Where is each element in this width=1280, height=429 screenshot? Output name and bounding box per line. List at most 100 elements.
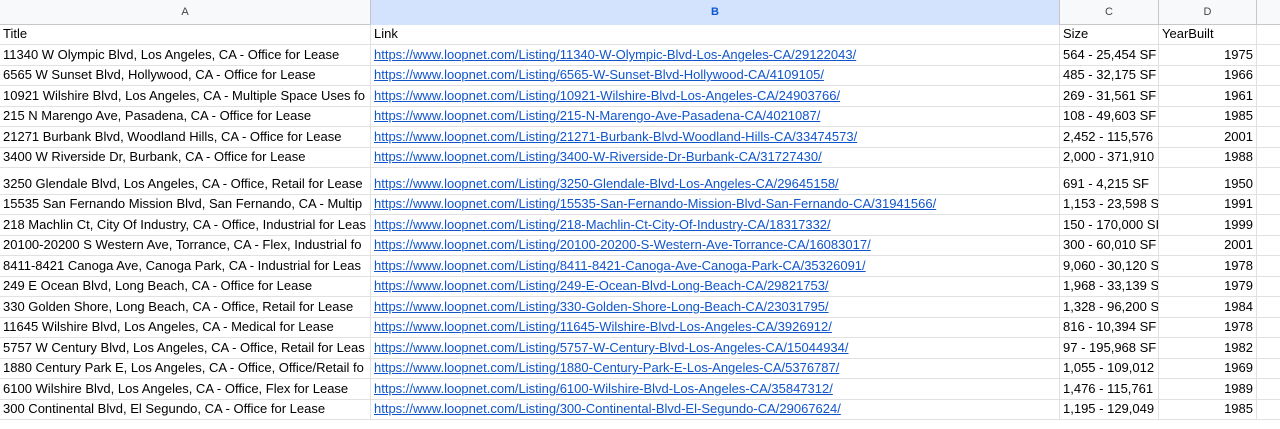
title-cell[interactable]: 218 Machlin Ct, City Of Industry, CA - O…: [0, 215, 371, 235]
yearbuilt-cell[interactable]: 1989: [1159, 379, 1257, 399]
size-cell[interactable]: 1,328 - 96,200 S: [1060, 297, 1159, 317]
link-cell[interactable]: https://www.loopnet.com/Listing/10921-Wi…: [371, 86, 1060, 106]
size-cell[interactable]: 269 - 31,561 SF: [1060, 86, 1159, 106]
link-cell[interactable]: https://www.loopnet.com/Listing/6565-W-S…: [371, 66, 1060, 85]
yearbuilt-cell[interactable]: 2001: [1159, 127, 1257, 147]
link-cell[interactable]: https://www.loopnet.com/Listing/20100-20…: [371, 236, 1060, 255]
empty-cell[interactable]: [1257, 338, 1280, 358]
link-cell[interactable]: https://www.loopnet.com/Listing/11340-W-…: [371, 45, 1060, 65]
listing-link[interactable]: https://www.loopnet.com/Listing/218-Mach…: [374, 217, 831, 232]
empty-cell[interactable]: [1257, 215, 1280, 235]
column-header-e[interactable]: [1257, 0, 1280, 25]
size-cell[interactable]: 108 - 49,603 SF: [1060, 107, 1159, 126]
link-cell[interactable]: https://www.loopnet.com/Listing/11645-Wi…: [371, 318, 1060, 337]
size-cell[interactable]: 691 - 4,215 SF: [1060, 168, 1159, 194]
title-cell[interactable]: 15535 San Fernando Mission Blvd, San Fer…: [0, 195, 371, 214]
empty-cell[interactable]: [1257, 400, 1280, 419]
size-cell[interactable]: 564 - 25,454 SF: [1060, 45, 1159, 65]
empty-cell[interactable]: [1257, 236, 1280, 255]
title-cell[interactable]: 11645 Wilshire Blvd, Los Angeles, CA - M…: [0, 318, 371, 337]
link-cell[interactable]: https://www.loopnet.com/Listing/249-E-Oc…: [371, 277, 1060, 296]
title-cell[interactable]: 249 E Ocean Blvd, Long Beach, CA - Offic…: [0, 277, 371, 296]
listing-link[interactable]: https://www.loopnet.com/Listing/10921-Wi…: [374, 88, 840, 103]
header-cell-title[interactable]: Title: [0, 25, 371, 44]
yearbuilt-cell[interactable]: 1975: [1159, 45, 1257, 65]
listing-link[interactable]: https://www.loopnet.com/Listing/5757-W-C…: [374, 340, 849, 355]
link-cell[interactable]: https://www.loopnet.com/Listing/6100-Wil…: [371, 379, 1060, 399]
yearbuilt-cell[interactable]: 1978: [1159, 318, 1257, 337]
title-cell[interactable]: 215 N Marengo Ave, Pasadena, CA - Office…: [0, 107, 371, 126]
listing-link[interactable]: https://www.loopnet.com/Listing/1880-Cen…: [374, 360, 839, 375]
title-cell[interactable]: 1880 Century Park E, Los Angeles, CA - O…: [0, 359, 371, 378]
size-cell[interactable]: 1,476 - 115,761: [1060, 379, 1159, 399]
link-cell[interactable]: https://www.loopnet.com/Listing/330-Gold…: [371, 297, 1060, 317]
size-cell[interactable]: 485 - 32,175 SF: [1060, 66, 1159, 85]
size-cell[interactable]: 9,060 - 30,120 S: [1060, 256, 1159, 276]
listing-link[interactable]: https://www.loopnet.com/Listing/300-Cont…: [374, 401, 841, 416]
yearbuilt-cell[interactable]: 1969: [1159, 359, 1257, 378]
column-header-c[interactable]: C: [1060, 0, 1159, 25]
empty-cell[interactable]: [1257, 318, 1280, 337]
size-cell[interactable]: 1,153 - 23,598 S: [1060, 195, 1159, 214]
yearbuilt-cell[interactable]: 1985: [1159, 400, 1257, 419]
listing-link[interactable]: https://www.loopnet.com/Listing/3400-W-R…: [374, 149, 822, 164]
link-cell[interactable]: https://www.loopnet.com/Listing/300-Cont…: [371, 400, 1060, 419]
listing-link[interactable]: https://www.loopnet.com/Listing/11645-Wi…: [374, 319, 832, 334]
yearbuilt-cell[interactable]: 1988: [1159, 148, 1257, 167]
empty-cell[interactable]: [1257, 277, 1280, 296]
title-cell[interactable]: 10921 Wilshire Blvd, Los Angeles, CA - M…: [0, 86, 371, 106]
title-cell[interactable]: 300 Continental Blvd, El Segundo, CA - O…: [0, 400, 371, 419]
yearbuilt-cell[interactable]: 1991: [1159, 195, 1257, 214]
empty-cell[interactable]: [1257, 66, 1280, 85]
yearbuilt-cell[interactable]: 1978: [1159, 256, 1257, 276]
yearbuilt-cell[interactable]: 1999: [1159, 215, 1257, 235]
title-cell[interactable]: 11340 W Olympic Blvd, Los Angeles, CA - …: [0, 45, 371, 65]
empty-cell[interactable]: [1257, 256, 1280, 276]
size-cell[interactable]: 1,055 - 109,012: [1060, 359, 1159, 378]
empty-cell[interactable]: [1257, 45, 1280, 65]
title-cell[interactable]: 330 Golden Shore, Long Beach, CA - Offic…: [0, 297, 371, 317]
yearbuilt-cell[interactable]: 1979: [1159, 277, 1257, 296]
size-cell[interactable]: 97 - 195,968 SF: [1060, 338, 1159, 358]
size-cell[interactable]: 2,000 - 371,910: [1060, 148, 1159, 167]
size-cell[interactable]: 2,452 - 115,576: [1060, 127, 1159, 147]
listing-link[interactable]: https://www.loopnet.com/Listing/21271-Bu…: [374, 129, 857, 144]
empty-cell[interactable]: [1257, 148, 1280, 167]
column-header-a[interactable]: A: [0, 0, 371, 25]
header-cell-yearbuilt[interactable]: YearBuilt: [1159, 25, 1257, 44]
empty-cell[interactable]: [1257, 127, 1280, 147]
listing-link[interactable]: https://www.loopnet.com/Listing/6565-W-S…: [374, 67, 824, 82]
listing-link[interactable]: https://www.loopnet.com/Listing/20100-20…: [374, 237, 871, 252]
listing-link[interactable]: https://www.loopnet.com/Listing/215-N-Ma…: [374, 108, 820, 123]
link-cell[interactable]: https://www.loopnet.com/Listing/3400-W-R…: [371, 148, 1060, 167]
yearbuilt-cell[interactable]: 1966: [1159, 66, 1257, 85]
listing-link[interactable]: https://www.loopnet.com/Listing/6100-Wil…: [374, 381, 833, 396]
title-cell[interactable]: 3400 W Riverside Dr, Burbank, CA - Offic…: [0, 148, 371, 167]
listing-link[interactable]: https://www.loopnet.com/Listing/15535-Sa…: [374, 196, 936, 211]
title-cell[interactable]: 6565 W Sunset Blvd, Hollywood, CA - Offi…: [0, 66, 371, 85]
empty-cell[interactable]: [1257, 86, 1280, 106]
listing-link[interactable]: https://www.loopnet.com/Listing/330-Gold…: [374, 299, 829, 314]
yearbuilt-cell[interactable]: 1961: [1159, 86, 1257, 106]
size-cell[interactable]: 300 - 60,010 SF: [1060, 236, 1159, 255]
listing-link[interactable]: https://www.loopnet.com/Listing/3250-Gle…: [374, 176, 839, 191]
empty-cell[interactable]: [1257, 25, 1280, 44]
listing-link[interactable]: https://www.loopnet.com/Listing/8411-842…: [374, 258, 866, 273]
title-cell[interactable]: 20100-20200 S Western Ave, Torrance, CA …: [0, 236, 371, 255]
link-cell[interactable]: https://www.loopnet.com/Listing/21271-Bu…: [371, 127, 1060, 147]
listing-link[interactable]: https://www.loopnet.com/Listing/249-E-Oc…: [374, 278, 829, 293]
header-cell-link[interactable]: Link: [371, 25, 1060, 44]
size-cell[interactable]: 816 - 10,394 SF: [1060, 318, 1159, 337]
size-cell[interactable]: 1,968 - 33,139 S: [1060, 277, 1159, 296]
link-cell[interactable]: https://www.loopnet.com/Listing/15535-Sa…: [371, 195, 1060, 214]
title-cell[interactable]: 8411-8421 Canoga Ave, Canoga Park, CA - …: [0, 256, 371, 276]
link-cell[interactable]: https://www.loopnet.com/Listing/1880-Cen…: [371, 359, 1060, 378]
listing-link[interactable]: https://www.loopnet.com/Listing/11340-W-…: [374, 47, 856, 62]
yearbuilt-cell[interactable]: 1950: [1159, 168, 1257, 194]
size-cell[interactable]: 1,195 - 129,049: [1060, 400, 1159, 419]
yearbuilt-cell[interactable]: 1985: [1159, 107, 1257, 126]
size-cell[interactable]: 150 - 170,000 SI: [1060, 215, 1159, 235]
title-cell[interactable]: 3250 Glendale Blvd, Los Angeles, CA - Of…: [0, 168, 371, 194]
link-cell[interactable]: https://www.loopnet.com/Listing/218-Mach…: [371, 215, 1060, 235]
yearbuilt-cell[interactable]: 2001: [1159, 236, 1257, 255]
